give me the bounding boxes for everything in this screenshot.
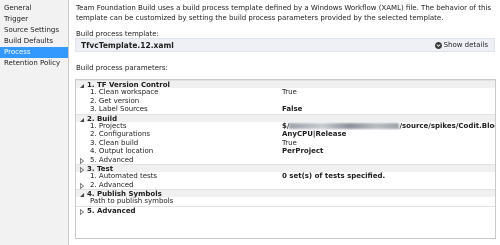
process-panel: Team Foundation Build uses a build proce… xyxy=(69,0,500,245)
param-name: 1. Automated tests xyxy=(90,172,158,181)
template-selector[interactable]: TfvcTemplate.12.xaml Show details xyxy=(75,38,495,52)
param-row[interactable]: 2. Configurations AnyCPU|Release xyxy=(76,130,495,138)
sidebar-nav: General Trigger Source Settings Build De… xyxy=(0,0,69,245)
parameters-grid: 1. TF Version Control 1. Clean workspace… xyxy=(75,79,496,239)
param-row[interactable]: 3. Label Sources False xyxy=(76,105,495,113)
projects-value-suffix: /source/spikes/Codit.Blog.lsVsoBuild... xyxy=(399,121,495,130)
template-label: Build process template: xyxy=(76,30,159,38)
sidebar-item-trigger[interactable]: Trigger xyxy=(0,14,68,25)
template-name: TfvcTemplate.12.xaml xyxy=(81,41,174,50)
projects-value[interactable]: $/ /source/spikes/Codit.Blog.lsVsoBuild..… xyxy=(282,122,495,130)
param-value[interactable]: 0 set(s) of tests specified. xyxy=(282,172,495,180)
param-name: 3. Label Sources xyxy=(90,105,148,114)
category-label: 5. Advanced xyxy=(87,206,136,215)
param-row[interactable]: Path to publish symbols xyxy=(76,197,495,205)
param-row[interactable]: 1. Clean workspace True xyxy=(76,88,495,96)
param-value[interactable]: True xyxy=(282,88,495,96)
subcategory-label: 2. Advanced xyxy=(90,180,134,189)
chevron-down-circle-icon xyxy=(434,41,442,49)
template-description: Team Foundation Build uses a build proce… xyxy=(76,4,491,22)
param-name: 4. Output location xyxy=(90,147,154,156)
projects-value-prefix: $/ xyxy=(282,121,290,130)
category-advanced[interactable]: 5. Advanced xyxy=(76,205,495,215)
param-name: 2. Configurations xyxy=(90,130,151,139)
subcategory-advanced[interactable]: 2. Advanced xyxy=(76,181,495,189)
param-name: 2. Get version xyxy=(90,96,140,105)
collapsed-triangle-icon[interactable] xyxy=(79,157,85,164)
param-row[interactable]: 4. Output location PerProject xyxy=(76,147,495,155)
category-tf-version-control[interactable]: 1. TF Version Control xyxy=(76,80,495,89)
show-details-button[interactable]: Show details xyxy=(434,41,488,49)
param-row[interactable]: 1. Projects $/ /source/spikes/Codit.Blog.… xyxy=(76,122,495,130)
param-value[interactable]: False xyxy=(282,105,495,113)
subcategory-advanced[interactable]: 5. Advanced xyxy=(76,156,495,164)
param-row[interactable]: 3. Clean build True xyxy=(76,139,495,147)
param-value[interactable]: True xyxy=(282,139,495,147)
param-row[interactable]: 2. Get version xyxy=(76,97,495,105)
subcategory-label: 5. Advanced xyxy=(90,155,134,164)
sidebar-item-process[interactable]: Process xyxy=(0,47,68,58)
sidebar-item-general[interactable]: General xyxy=(0,3,68,14)
params-label: Build process parameters: xyxy=(76,64,168,72)
param-value[interactable]: PerProject xyxy=(282,147,495,155)
collapsed-triangle-icon[interactable] xyxy=(79,208,85,215)
category-test[interactable]: 3. Test xyxy=(76,163,495,173)
show-details-label: Show details xyxy=(443,41,488,49)
param-value[interactable]: AnyCPU|Release xyxy=(282,130,495,138)
collapsed-triangle-icon[interactable] xyxy=(79,182,85,189)
param-name: Path to publish symbols xyxy=(90,197,174,206)
param-row[interactable]: 1. Automated tests 0 set(s) of tests spe… xyxy=(76,172,495,180)
param-name: 1. Clean workspace xyxy=(90,88,159,97)
param-name: 3. Clean build xyxy=(90,138,139,147)
category-publish-symbols[interactable]: 4. Publish Symbols xyxy=(76,189,495,198)
category-build[interactable]: 2. Build xyxy=(76,113,495,123)
redacted-path xyxy=(289,122,400,129)
sidebar-item-retention-policy[interactable]: Retention Policy xyxy=(0,58,68,69)
sidebar-item-source-settings[interactable]: Source Settings xyxy=(0,25,68,36)
param-name: 1. Projects xyxy=(90,121,127,130)
sidebar-item-build-defaults[interactable]: Build Defaults xyxy=(0,36,68,47)
